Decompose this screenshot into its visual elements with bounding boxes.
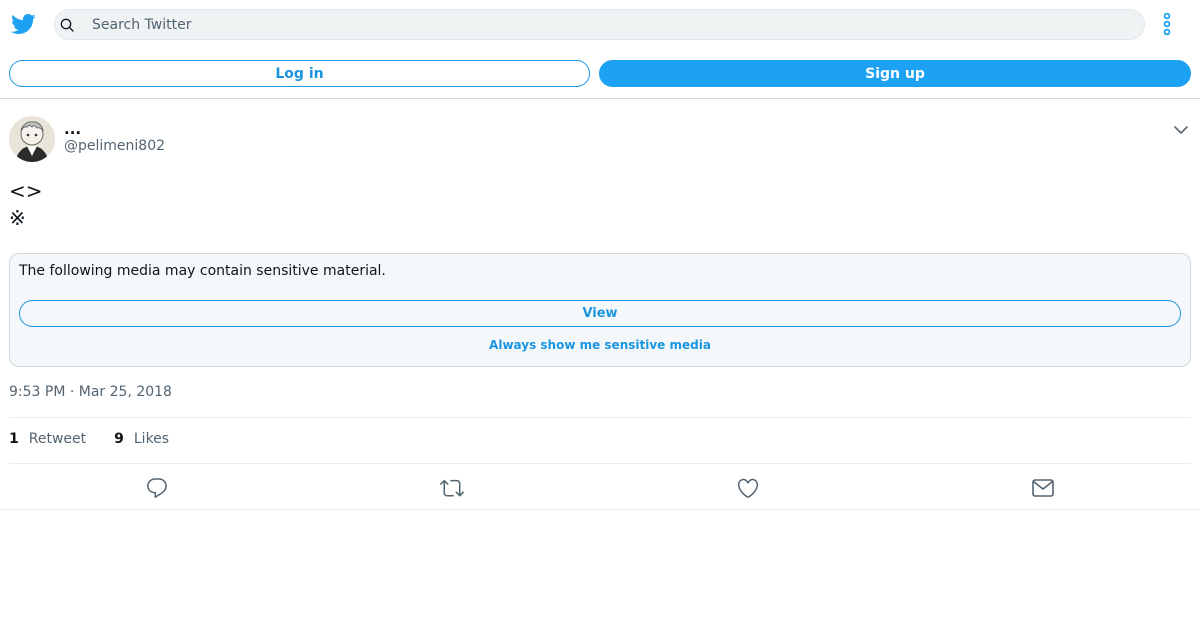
more-vertical-icon[interactable] [1157,12,1177,36]
search-input[interactable] [92,10,1132,39]
avatar[interactable] [9,116,55,162]
retweet-stat[interactable]: 1 Retweet [9,431,86,447]
like-icon[interactable] [736,476,760,500]
reply-icon[interactable] [145,476,169,500]
user-handle[interactable]: @pelimeni802 [64,138,165,154]
login-button[interactable]: Log in [9,60,590,87]
tweet-text: <> ※ [9,179,43,230]
retweet-icon[interactable] [440,476,464,500]
always-show-sensitive-link[interactable]: Always show me sensitive media [10,338,1190,352]
twitter-bird-icon[interactable] [10,11,36,37]
avatar-image [9,116,55,162]
likes-stat-label: Likes [133,431,170,447]
signup-button[interactable]: Sign up [599,60,1191,87]
search-box[interactable] [54,9,1145,40]
divider [0,509,1200,510]
sensitive-media-warning: The following media may contain sensitiv… [9,253,1191,367]
divider [9,463,1191,464]
likes-count: 9 [114,431,124,447]
share-mail-icon[interactable] [1031,476,1055,500]
view-button[interactable]: View [19,300,1181,327]
divider [9,417,1191,418]
top-bar: Log in Sign up [0,0,1200,99]
sensitive-message: The following media may contain sensitiv… [19,263,386,279]
likes-stat[interactable]: 9 Likes [114,431,169,447]
retweet-stat-label: Retweet [28,431,87,447]
chevron-down-icon[interactable] [1172,121,1190,139]
retweet-count: 1 [9,431,19,447]
tweet-stats: 1 Retweet 9 Likes [9,431,197,447]
display-name[interactable]: ... [64,120,81,138]
search-icon [60,18,74,32]
tweet-timestamp[interactable]: 9:53 PM · Mar 25, 2018 [9,384,172,400]
